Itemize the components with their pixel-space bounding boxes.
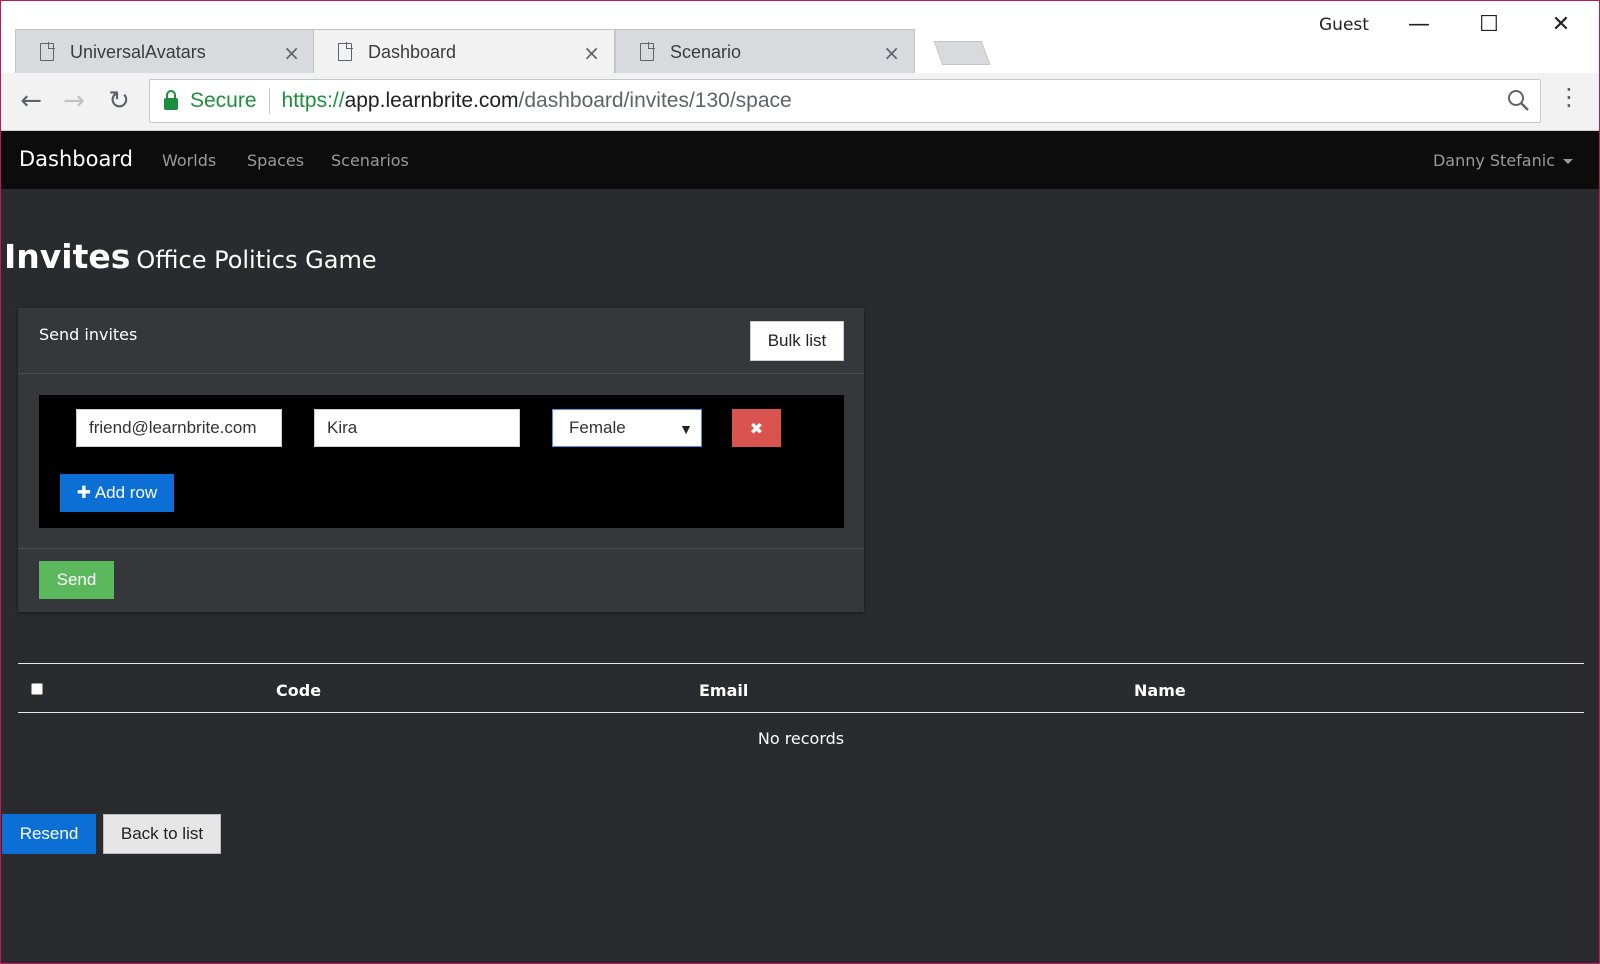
gender-select-value: Female [569, 418, 626, 437]
name-field[interactable] [314, 409, 520, 447]
url-host: app.learnbrite.com [344, 89, 519, 112]
url-scheme: https:// [281, 89, 345, 112]
page-icon [40, 42, 55, 61]
invites-table: Code Email Name No records [18, 663, 1584, 748]
search-icon[interactable] [1506, 88, 1530, 112]
column-header-email[interactable]: Email [699, 681, 748, 700]
profile-label[interactable]: Guest [1319, 15, 1369, 35]
url-path: /dashboard/invites/130/space [518, 89, 792, 112]
nav-link-spaces[interactable]: Spaces [247, 151, 304, 170]
caret-down-icon [1563, 159, 1573, 164]
browser-window: UniversalAvatars × Dashboard × Scenario … [0, 0, 1600, 964]
maximize-icon[interactable]: ☐ [1471, 11, 1507, 37]
brand-link[interactable]: Dashboard [19, 147, 133, 171]
email-field[interactable] [76, 409, 282, 447]
invite-rows: Female ▼ ✖ ✚ Add row [39, 395, 844, 528]
browser-toolbar: ← → ↻ Secure https://app.learnbrite.com/… [1, 73, 1599, 131]
back-icon[interactable]: ← [13, 83, 49, 119]
address-bar[interactable]: Secure https://app.learnbrite.com/dashbo… [149, 79, 1541, 123]
resend-button[interactable]: Resend [2, 814, 96, 854]
tab-scenario[interactable]: Scenario × [615, 29, 915, 73]
panel-title: Send invites [39, 325, 138, 344]
minimize-icon[interactable]: — [1401, 11, 1437, 37]
nav-link-worlds[interactable]: Worlds [162, 151, 216, 170]
bulk-list-button[interactable]: Bulk list [750, 321, 844, 361]
add-row-button[interactable]: ✚ Add row [60, 474, 174, 512]
close-window-icon[interactable]: ✕ [1543, 11, 1579, 37]
page-icon [338, 42, 353, 61]
tab-universalavatars[interactable]: UniversalAvatars × [15, 29, 315, 73]
browser-menu-icon[interactable]: ⋮ [1557, 85, 1581, 109]
empty-state: No records [757, 729, 845, 748]
new-tab-button[interactable] [933, 41, 991, 65]
column-header-code[interactable]: Code [276, 681, 321, 700]
page-title: Invites Office Politics Game [4, 237, 377, 276]
send-button[interactable]: Send [39, 561, 114, 599]
page-icon [640, 42, 655, 61]
page-title-main: Invites [4, 237, 131, 276]
page-subtitle: Office Politics Game [136, 246, 377, 274]
reload-icon[interactable]: ↻ [101, 83, 137, 119]
secure-label: Secure [190, 89, 257, 112]
tab-close-icon[interactable]: × [283, 41, 300, 65]
panel-footer: Send [18, 548, 864, 612]
url-text[interactable]: https://app.learnbrite.com/dashboard/inv… [282, 89, 792, 113]
tab-dashboard[interactable]: Dashboard × [313, 29, 615, 73]
forward-icon[interactable]: → [56, 83, 92, 119]
send-invites-panel: Send invites Bulk list Female ▼ ✖ ✚ Add … [18, 308, 864, 612]
app-navbar: Dashboard Worlds Spaces Scenarios Danny … [1, 131, 1599, 189]
lock-icon [164, 90, 178, 110]
nav-link-scenarios[interactable]: Scenarios [331, 151, 409, 170]
back-to-list-button[interactable]: Back to list [103, 814, 221, 854]
gender-select[interactable]: Female ▼ [552, 409, 702, 447]
tab-strip: UniversalAvatars × Dashboard × Scenario … [1, 1, 1599, 73]
user-menu[interactable]: Danny Stefanic [1433, 151, 1573, 170]
tab-title: Scenario [670, 41, 742, 62]
panel-header: Send invites Bulk list [18, 308, 864, 374]
table-header: Code Email Name [18, 663, 1584, 713]
tab-close-icon[interactable]: × [583, 41, 600, 65]
remove-row-button[interactable]: ✖ [732, 409, 781, 447]
user-name: Danny Stefanic [1432, 151, 1555, 170]
dropdown-arrow-icon: ▼ [679, 421, 693, 437]
tab-close-icon[interactable]: × [883, 41, 900, 65]
select-all-checkbox[interactable] [31, 683, 43, 695]
tab-title: Dashboard [368, 41, 457, 62]
tab-title: UniversalAvatars [70, 41, 206, 62]
divider [268, 88, 270, 114]
column-header-name[interactable]: Name [1134, 681, 1186, 700]
